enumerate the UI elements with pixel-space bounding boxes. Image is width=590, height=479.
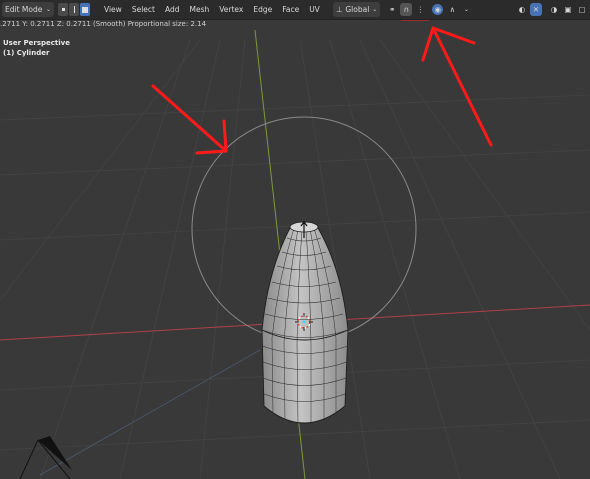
snap-target-icon[interactable]: ⋮ <box>414 3 426 16</box>
mode-label: Edit Mode <box>5 5 43 14</box>
select-mode-group <box>58 3 91 16</box>
chevron-down-icon: ⌄ <box>45 6 51 13</box>
annotation-arrow-right <box>421 26 493 147</box>
viewport-canvas[interactable] <box>0 0 590 479</box>
transform-orientation-icon: ⊥ <box>335 5 343 14</box>
menu-select[interactable]: Select <box>127 2 160 17</box>
orientation-label: Global <box>345 5 370 14</box>
chevron-down-icon[interactable]: ⌄ <box>460 3 472 16</box>
xray-icon[interactable]: ▣ <box>562 3 574 16</box>
gizmo-icon[interactable]: ◐ <box>516 3 528 16</box>
3d-viewport[interactable]: Edit Mode ⌄ View Select Add Mesh Vertex … <box>0 0 590 479</box>
menu-edge[interactable]: Edge <box>248 2 277 17</box>
face-select-icon[interactable] <box>80 3 90 16</box>
shading-icon[interactable]: ▢ <box>576 3 588 16</box>
overlay-icon[interactable]: ◑ <box>548 3 560 16</box>
view-name: User Perspective <box>3 39 70 47</box>
menu-vertex[interactable]: Vertex <box>214 2 248 17</box>
falloff-curve-icon[interactable]: ∧ <box>446 3 458 16</box>
menu-view[interactable]: View <box>99 2 127 17</box>
menu-mesh[interactable]: Mesh <box>184 2 214 17</box>
camera-object[interactable] <box>19 436 72 479</box>
edge-select-icon[interactable] <box>69 3 79 16</box>
menu-face[interactable]: Face <box>277 2 304 17</box>
operator-status-line: .2711 Y: 0.2711 Z: 0.2711 (Smooth) Propo… <box>0 20 207 28</box>
chevron-down-icon: ⌄ <box>372 6 378 13</box>
vertex-select-icon[interactable] <box>58 3 68 16</box>
snap-icon[interactable]: ∩ <box>400 3 413 16</box>
annotation-arrow-left <box>151 84 228 155</box>
grid-diagonal <box>39 349 261 476</box>
header-menus: View Select Add Mesh Vertex Edge Face UV <box>99 2 325 17</box>
viewport-header: Edit Mode ⌄ View Select Add Mesh Vertex … <box>0 0 590 20</box>
object-name: (1) Cylinder <box>3 49 50 57</box>
orientation-dropdown[interactable]: ⊥ Global ⌄ <box>332 2 381 17</box>
menu-uv[interactable]: UV <box>304 2 325 17</box>
navigation-gizmo-icon[interactable]: ✕ <box>530 3 542 16</box>
proportional-edit-icon[interactable]: ◉ <box>432 4 444 15</box>
menu-add[interactable]: Add <box>160 2 185 17</box>
cylinder-mesh[interactable] <box>261 221 349 425</box>
pivot-icon[interactable]: ⚭ <box>386 3 398 16</box>
mode-dropdown[interactable]: Edit Mode ⌄ <box>2 2 54 17</box>
viewport-info: User Perspective (1) Cylinder <box>3 38 70 58</box>
